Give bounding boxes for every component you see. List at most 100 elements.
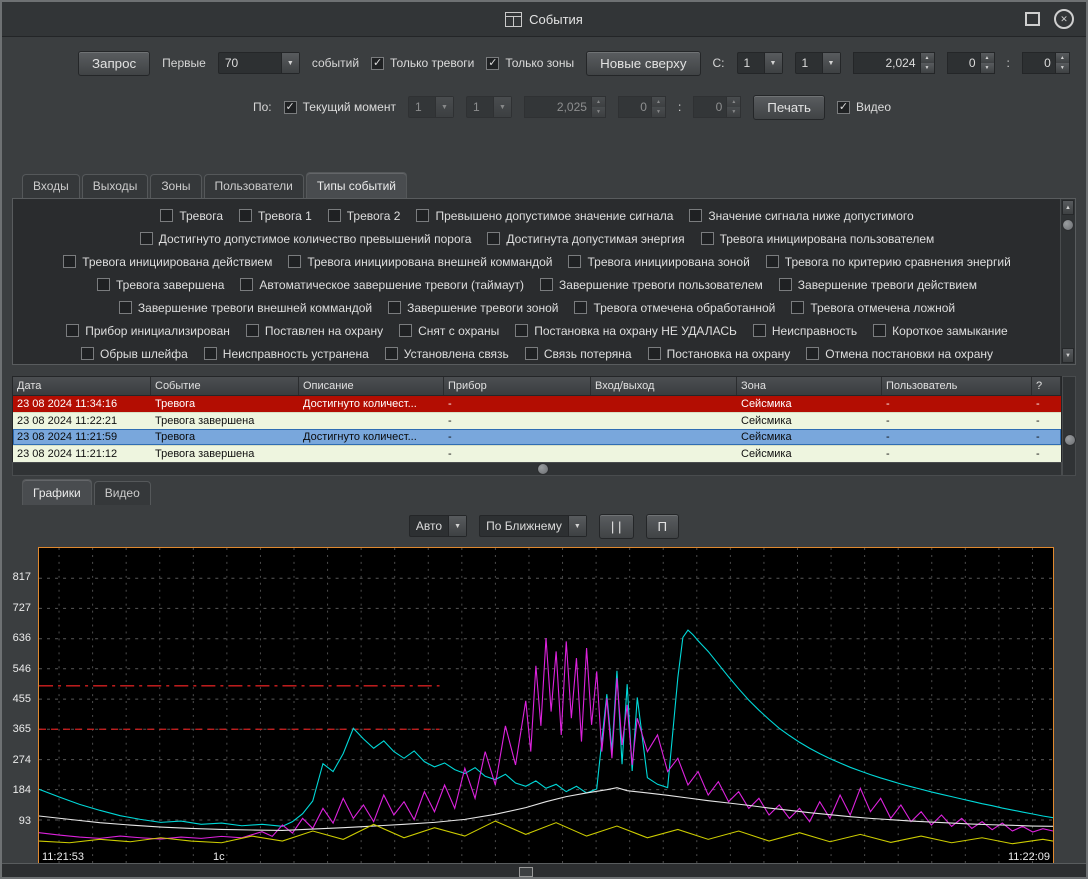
column-header[interactable]: Зона bbox=[737, 377, 882, 395]
event-type-checkbox[interactable]: Постановка на охрану bbox=[648, 347, 791, 361]
table-cell bbox=[591, 429, 737, 445]
spin-up-icon[interactable] bbox=[981, 53, 994, 63]
to-year-spinner[interactable]: 2,025 bbox=[524, 96, 606, 118]
video-checkbox[interactable]: Видео bbox=[837, 100, 891, 114]
event-type-checkbox[interactable]: Завершение тревоги пользователем bbox=[540, 278, 763, 292]
tab-Входы[interactable]: Входы bbox=[22, 174, 80, 198]
to-day-dropdown[interactable]: 1 bbox=[408, 96, 454, 118]
scrollbar-thumb[interactable] bbox=[1062, 219, 1074, 231]
spin-up-icon[interactable] bbox=[1056, 53, 1069, 63]
only-alarms-checkbox[interactable]: Только тревоги bbox=[371, 56, 474, 70]
new-on-top-button[interactable]: Новые сверху bbox=[586, 51, 700, 76]
pause-button[interactable]: | | bbox=[599, 514, 634, 539]
chart-area[interactable]: 11:21:53 1с 11:22:09 bbox=[38, 547, 1054, 865]
spin-down-icon[interactable] bbox=[652, 107, 665, 117]
event-type-checkbox[interactable]: Значение сигнала ниже допустимого bbox=[689, 209, 913, 223]
spin-down-icon[interactable] bbox=[981, 63, 994, 73]
from-hour-spinner[interactable]: 0 bbox=[947, 52, 995, 74]
current-moment-checkbox[interactable]: Текущий момент bbox=[284, 100, 396, 114]
spin-down-icon[interactable] bbox=[921, 63, 934, 73]
scrollbar-thumb[interactable] bbox=[537, 463, 549, 475]
panel-scrollbar[interactable] bbox=[1060, 199, 1075, 364]
event-type-checkbox[interactable]: Тревога отмечена ложной bbox=[791, 301, 955, 315]
chart-align-dropdown[interactable]: По Ближнему bbox=[479, 515, 587, 537]
table-row[interactable]: 23 08 2024 11:21:12Тревога завершена-Сей… bbox=[13, 445, 1061, 462]
spin-down-icon[interactable] bbox=[592, 107, 605, 117]
event-type-checkbox[interactable]: Тревога отмечена обработанной bbox=[574, 301, 775, 315]
titlebar[interactable]: События bbox=[2, 2, 1086, 37]
p-button[interactable]: П bbox=[646, 514, 680, 539]
event-type-checkbox[interactable]: Тревога инициирована пользователем bbox=[701, 232, 935, 246]
scrollbar-thumb[interactable] bbox=[1064, 434, 1076, 446]
spin-up-icon[interactable] bbox=[652, 97, 665, 107]
column-header[interactable]: Прибор bbox=[444, 377, 591, 395]
close-button[interactable] bbox=[1054, 9, 1074, 29]
event-type-checkbox[interactable]: Неисправность bbox=[753, 324, 857, 338]
table-hscrollbar[interactable] bbox=[12, 462, 1062, 476]
event-type-checkbox[interactable]: Обрыв шлейфа bbox=[81, 347, 188, 361]
tab-Выходы[interactable]: Выходы bbox=[82, 174, 149, 198]
table-row[interactable]: 23 08 2024 11:22:21Тревога завершена-Сей… bbox=[13, 412, 1061, 429]
tab-Зоны[interactable]: Зоны bbox=[150, 174, 201, 198]
query-button[interactable]: Запрос bbox=[78, 51, 150, 76]
event-type-checkbox[interactable]: Автоматическое завершение тревоги (тайма… bbox=[240, 278, 524, 292]
event-type-checkbox[interactable]: Короткое замыкание bbox=[873, 324, 1008, 338]
event-type-checkbox[interactable]: Постановка на охрану НЕ УДАЛАСЬ bbox=[515, 324, 737, 338]
event-type-checkbox[interactable]: Тревога по критерию сравнения энергий bbox=[766, 255, 1011, 269]
print-button[interactable]: Печать bbox=[753, 95, 825, 120]
event-type-checkbox[interactable]: Неисправность устранена bbox=[204, 347, 369, 361]
event-type-checkbox[interactable]: Тревога инициирована действием bbox=[63, 255, 272, 269]
tab-Видео[interactable]: Видео bbox=[94, 481, 151, 505]
event-type-checkbox[interactable]: Завершение тревоги действием bbox=[779, 278, 977, 292]
chart-mode-dropdown[interactable]: Авто bbox=[409, 515, 467, 537]
spin-down-icon[interactable] bbox=[1056, 63, 1069, 73]
to-month-dropdown[interactable]: 1 bbox=[466, 96, 512, 118]
event-type-checkbox[interactable]: Превышено допустимое значение сигнала bbox=[416, 209, 673, 223]
event-type-checkbox[interactable]: Завершение тревоги зоной bbox=[388, 301, 558, 315]
event-type-checkbox[interactable]: Установлена связь bbox=[385, 347, 509, 361]
y-axis-tick-label: 274 bbox=[13, 753, 31, 767]
column-header[interactable]: Описание bbox=[299, 377, 444, 395]
from-day-dropdown[interactable]: 1 bbox=[737, 52, 783, 74]
checkbox-icon bbox=[806, 347, 819, 360]
event-type-checkbox[interactable]: Тревога bbox=[160, 209, 223, 223]
event-type-checkbox[interactable]: Поставлен на охрану bbox=[246, 324, 383, 338]
from-minute-spinner[interactable]: 0 bbox=[1022, 52, 1070, 74]
spin-up-icon[interactable] bbox=[727, 97, 740, 107]
to-minute-spinner[interactable]: 0 bbox=[693, 96, 741, 118]
only-zones-checkbox[interactable]: Только зоны bbox=[486, 56, 574, 70]
spin-up-icon[interactable] bbox=[921, 53, 934, 63]
from-month-dropdown[interactable]: 1 bbox=[795, 52, 841, 74]
table-row[interactable]: 23 08 2024 11:21:59ТревогаДостигнуто кол… bbox=[13, 429, 1061, 445]
scroll-up-icon[interactable] bbox=[1062, 200, 1074, 215]
event-type-checkbox[interactable]: Тревога инициирована внешней коммандой bbox=[288, 255, 552, 269]
event-type-checkbox[interactable]: Отмена постановки на охрану bbox=[806, 347, 993, 361]
event-type-checkbox[interactable]: Достигнуто допустимое количество превыше… bbox=[140, 232, 472, 246]
event-type-checkbox[interactable]: Тревога 1 bbox=[239, 209, 312, 223]
event-type-checkbox[interactable]: Достигнута допустимая энергия bbox=[487, 232, 684, 246]
from-year-spinner[interactable]: 2,024 bbox=[853, 52, 935, 74]
column-header[interactable]: Дата bbox=[13, 377, 151, 395]
tab-Графики[interactable]: Графики bbox=[22, 479, 92, 505]
event-count-dropdown[interactable]: 70 bbox=[218, 52, 300, 74]
to-hour-spinner[interactable]: 0 bbox=[618, 96, 666, 118]
spin-up-icon[interactable] bbox=[592, 97, 605, 107]
event-type-checkbox[interactable]: Тревога 2 bbox=[328, 209, 401, 223]
event-type-checkbox[interactable]: Завершение тревоги внешней коммандой bbox=[119, 301, 372, 315]
spin-down-icon[interactable] bbox=[727, 107, 740, 117]
event-type-checkbox[interactable]: Связь потеряна bbox=[525, 347, 632, 361]
table-row[interactable]: 23 08 2024 11:34:16ТревогаДостигнуто кол… bbox=[13, 396, 1061, 412]
tab-Типы событий[interactable]: Типы событий bbox=[306, 172, 407, 198]
event-type-checkbox[interactable]: Тревога инициирована зоной bbox=[568, 255, 749, 269]
event-type-checkbox[interactable]: Тревога завершена bbox=[97, 278, 224, 292]
maximize-button[interactable] bbox=[1025, 12, 1040, 26]
event-type-checkbox[interactable]: Снят с охраны bbox=[399, 324, 499, 338]
scroll-down-icon[interactable] bbox=[1062, 348, 1074, 363]
column-header[interactable]: ? bbox=[1032, 377, 1061, 395]
column-header[interactable]: Пользователь bbox=[882, 377, 1032, 395]
column-header[interactable]: Вход/выход bbox=[591, 377, 737, 395]
event-type-checkbox[interactable]: Прибор инициализирован bbox=[66, 324, 230, 338]
column-header[interactable]: Событие bbox=[151, 377, 299, 395]
table-vscrollbar[interactable] bbox=[1062, 376, 1076, 476]
tab-Пользователи[interactable]: Пользователи bbox=[204, 174, 304, 198]
